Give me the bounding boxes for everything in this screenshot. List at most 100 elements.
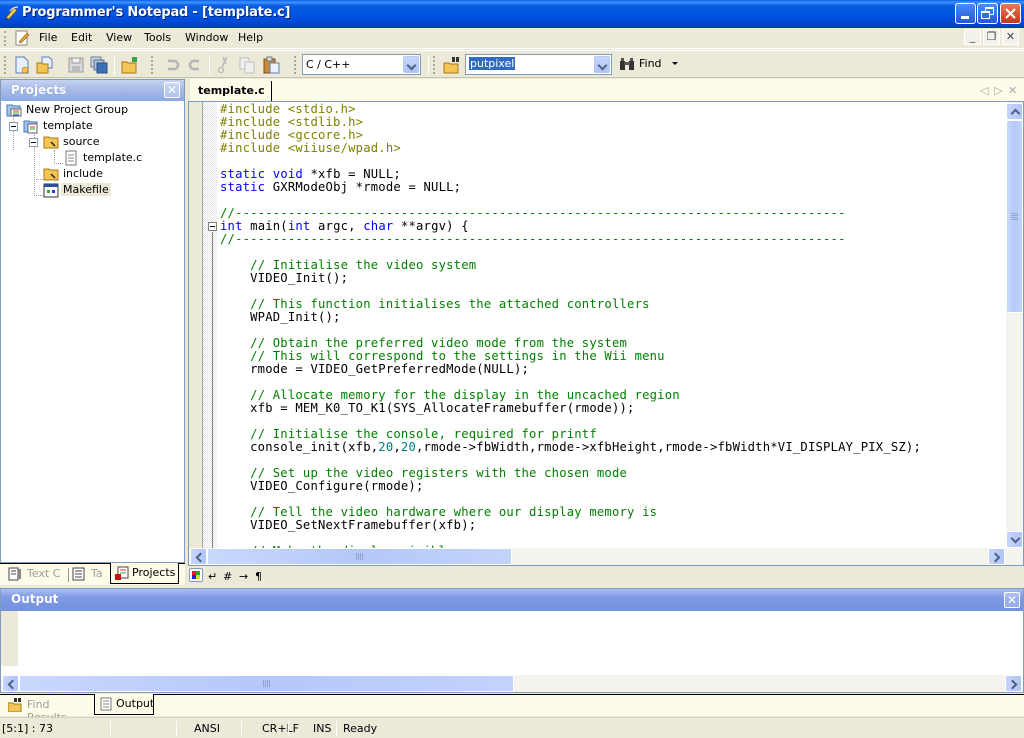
end-of-line-icon[interactable]: ¶ — [255, 570, 262, 583]
scroll-right-button[interactable] — [1005, 675, 1022, 692]
code-line[interactable]: WPAD_Init(); — [220, 311, 921, 324]
preprocessor-token: #include <stdio.h> — [220, 102, 356, 116]
output-text-area[interactable] — [18, 611, 1023, 666]
toolbar-grip[interactable] — [433, 56, 435, 74]
fold-margin — [203, 102, 217, 565]
scroll-right-button[interactable] — [988, 548, 1005, 565]
output-close-button[interactable]: ✕ — [1004, 592, 1020, 608]
code-line[interactable]: xfb = MEM_K0_TO_K1(SYS_AllocateFramebuff… — [220, 402, 921, 415]
new-file-icon[interactable] — [13, 56, 31, 74]
tree-line — [54, 163, 63, 164]
save-all-icon[interactable] — [90, 56, 108, 74]
minimize-icon: _ — [969, 30, 976, 43]
restore-icon: ❐ — [986, 30, 997, 43]
output-horizontal-scrollbar[interactable] — [1, 675, 1023, 692]
code-token: VIDEO_SetNextFramebuffer(xfb); — [220, 518, 477, 532]
line-numbers-icon[interactable]: # — [223, 570, 232, 583]
code-token: VIDEO_Init(); — [220, 271, 349, 285]
menu-file[interactable]: File — [39, 31, 57, 44]
keyword-token: static — [220, 180, 266, 194]
tab-label: Projects — [132, 566, 176, 579]
chevron-down-icon[interactable] — [403, 56, 419, 73]
line-ending-indicator: CR+LF — [262, 722, 299, 735]
close-button[interactable] — [1000, 3, 1021, 24]
find-input-value[interactable]: putpixel — [469, 57, 516, 70]
toolbar-grip[interactable] — [151, 56, 153, 74]
copy-icon[interactable] — [238, 56, 256, 74]
preprocessor-token: #include <wiiuse/wpad.h> — [220, 141, 401, 155]
word-wrap-icon[interactable]: ↵ — [208, 570, 217, 583]
tree-node-label: Makefile — [61, 183, 111, 196]
mdi-close-button[interactable]: ✕ — [1002, 29, 1019, 45]
find-in-files-icon[interactable] — [443, 56, 461, 74]
vertical-scroll-thumb[interactable] — [1006, 120, 1023, 313]
open-file-icon[interactable] — [36, 56, 54, 74]
menu-tools[interactable]: Tools — [144, 31, 171, 44]
collapse-toggle[interactable] — [9, 122, 18, 131]
tab-find-results[interactable]: Find Results — [8, 695, 92, 724]
menu-edit[interactable]: Edit — [71, 31, 92, 44]
tab-scroll-left-icon[interactable]: ◁ — [980, 84, 988, 97]
horizontal-scrollbar[interactable] — [189, 548, 1023, 565]
projects-close-button[interactable]: ✕ — [164, 82, 180, 98]
code-line[interactable]: console_init(xfb,20,20,rmode->fbWidth,rm… — [220, 441, 921, 454]
number-token: 20 — [378, 440, 394, 454]
code-editor[interactable]: #include <stdio.h> #include <stdlib.h> #in… — [188, 101, 1024, 566]
output-panel-header: Output ✕ — [1, 589, 1023, 611]
tab-tags[interactable]: Ta — [72, 564, 106, 584]
horizontal-scroll-thumb[interactable] — [207, 548, 512, 565]
code-text[interactable]: #include <stdio.h> #include <stdlib.h> #in… — [220, 103, 921, 558]
vertical-scrollbar[interactable] — [1006, 102, 1023, 548]
whitespace-icon[interactable]: → — [239, 570, 248, 583]
find-dropdown-arrow[interactable] — [672, 62, 678, 65]
grip-icon — [356, 553, 363, 560]
code-line[interactable]: #include <wiiuse/wpad.h> — [220, 142, 921, 155]
find-input[interactable]: putpixel — [465, 54, 612, 75]
code-token: VIDEO_Configure(rmode); — [220, 479, 424, 493]
redo-icon[interactable] — [186, 56, 204, 74]
scroll-left-button[interactable] — [2, 675, 19, 692]
menu-window[interactable]: Window — [185, 31, 228, 44]
color-scheme-button[interactable] — [189, 568, 203, 582]
restore-button[interactable] — [977, 3, 998, 24]
scroll-left-button[interactable] — [190, 548, 207, 565]
tab-projects[interactable]: Projects — [110, 563, 179, 584]
mdi-minimize-button[interactable]: _ — [964, 29, 981, 45]
menubar-grip[interactable] — [4, 31, 6, 46]
tab-close-icon[interactable]: ✕ — [1008, 84, 1017, 97]
scroll-down-button[interactable] — [1006, 531, 1023, 548]
minimize-button[interactable] — [955, 3, 976, 24]
scroll-up-button[interactable] — [1006, 103, 1023, 120]
fold-toggle[interactable] — [208, 222, 217, 231]
menu-help[interactable]: Help — [238, 31, 263, 44]
preprocessor-token: #include <stdlib.h> — [220, 115, 364, 129]
menu-view[interactable]: View — [106, 31, 132, 44]
cut-icon[interactable] — [216, 56, 234, 74]
code-token: ,rmode->fbWidth,rmode->xfbHeight,rmode->… — [416, 440, 922, 454]
toolbar-grip[interactable] — [4, 56, 6, 74]
paste-icon[interactable] — [262, 56, 280, 74]
tab-output[interactable]: Output — [94, 694, 154, 715]
code-line[interactable]: VIDEO_Configure(rmode); — [220, 480, 921, 493]
horizontal-scroll-thumb[interactable] — [19, 675, 514, 692]
code-line[interactable]: VIDEO_Init(); — [220, 272, 921, 285]
tab-text-clips[interactable]: Text C — [8, 564, 64, 584]
toolbar-grip[interactable] — [294, 56, 296, 74]
tab-scroll-right-icon[interactable]: ▷ — [994, 84, 1002, 97]
mdi-restore-button[interactable]: ❐ — [983, 29, 1000, 45]
document-tab[interactable]: template.c — [192, 81, 272, 101]
code-line[interactable]: //--------------------------------------… — [220, 233, 921, 246]
chevron-down-icon[interactable] — [594, 56, 610, 73]
status-divider — [176, 721, 177, 737]
open-project-icon[interactable] — [121, 56, 139, 74]
code-line[interactable]: VIDEO_SetNextFramebuffer(xfb); — [220, 519, 921, 532]
save-icon[interactable] — [67, 56, 85, 74]
undo-icon[interactable] — [163, 56, 181, 74]
code-line[interactable]: static GXRModeObj *rmode = NULL; — [220, 181, 921, 194]
collapse-toggle[interactable] — [29, 138, 38, 147]
code-line[interactable]: rmode = VIDEO_GetPreferredMode(NULL); — [220, 363, 921, 376]
status-bar: [5:1] : 73 ANSI CR+LF INS Ready — [0, 717, 1024, 738]
scheme-select[interactable]: C / C++ — [302, 54, 421, 75]
